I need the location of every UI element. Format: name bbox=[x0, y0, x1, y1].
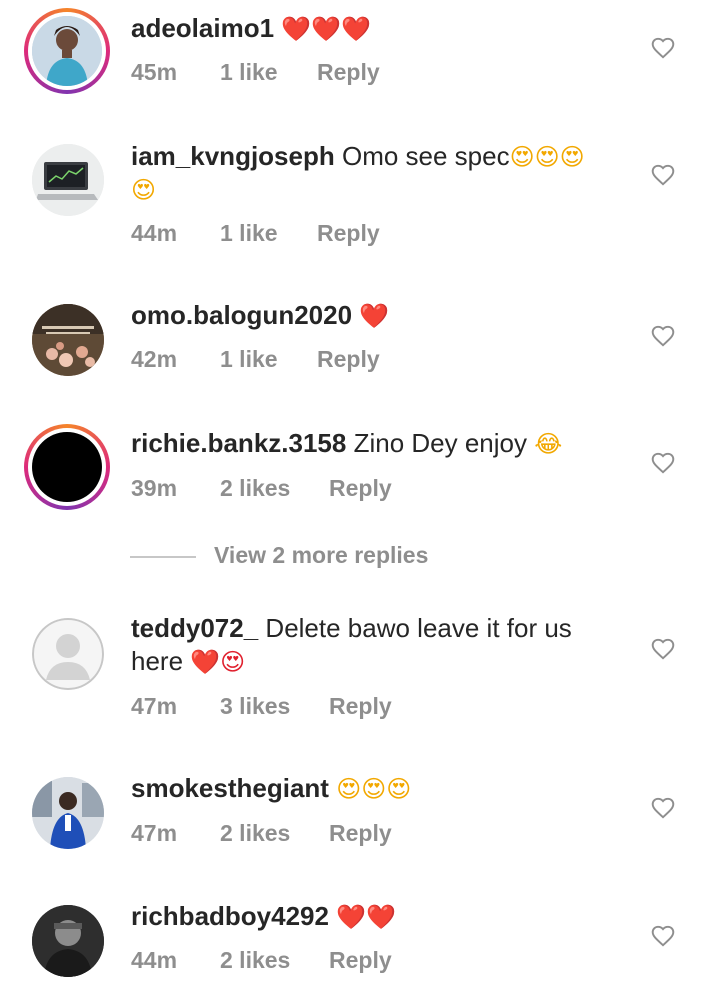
username[interactable]: omo.balogun2020 bbox=[131, 300, 352, 330]
avatar-photo bbox=[32, 777, 104, 849]
heart-outline-icon[interactable] bbox=[650, 450, 676, 476]
comment-body: Zino Dey enjoy bbox=[353, 428, 527, 458]
avatar[interactable] bbox=[24, 296, 110, 382]
view-more-replies-label: View 2 more replies bbox=[214, 542, 429, 568]
heart-outline-icon[interactable] bbox=[650, 35, 676, 61]
comment-body: Delete bawo leave it for us bbox=[265, 613, 572, 643]
comment-text: iam_kvngjoseph Omo see spec😍😍😍 bbox=[131, 140, 651, 174]
avatar-photo bbox=[32, 144, 104, 216]
heart-outline-icon[interactable] bbox=[650, 923, 676, 949]
username[interactable]: teddy072_ bbox=[131, 613, 258, 643]
reply-button[interactable]: Reply bbox=[329, 693, 392, 720]
reply-button[interactable]: Reply bbox=[329, 947, 392, 974]
emoji: 😍😍😍 bbox=[336, 775, 412, 803]
avatar-photo bbox=[32, 304, 104, 376]
comment-body: Omo see spec bbox=[341, 141, 510, 171]
timestamp: 39m bbox=[131, 475, 178, 501]
username[interactable]: richbadboy4292 bbox=[131, 901, 329, 931]
comment-text: teddy072_ Delete bawo leave it for us bbox=[131, 612, 651, 645]
avatar-photo bbox=[32, 905, 104, 977]
reply-button[interactable]: Reply bbox=[329, 820, 392, 847]
heart-outline-icon[interactable] bbox=[650, 323, 676, 349]
heart-outline-icon[interactable] bbox=[650, 636, 676, 662]
comment-text: smokesthegiant 😍😍😍 bbox=[131, 772, 651, 806]
reply-button[interactable]: Reply bbox=[317, 346, 380, 373]
timestamp: 42m bbox=[131, 346, 178, 372]
username[interactable]: iam_kvngjoseph bbox=[131, 141, 335, 171]
avatar[interactable] bbox=[24, 8, 110, 94]
timestamp: 47m bbox=[131, 693, 178, 719]
comment-body: here bbox=[131, 646, 184, 676]
comment-text: richie.bankz.3158 Zino Dey enjoy 😂 bbox=[131, 427, 651, 461]
emoji: ❤️❤️❤️ bbox=[281, 15, 371, 43]
view-more-replies-button[interactable]: View 2 more replies bbox=[130, 540, 530, 574]
avatar[interactable] bbox=[24, 136, 110, 222]
emoji: ❤️❤️ bbox=[336, 903, 396, 931]
comment-text-continued: here ❤️😍 bbox=[131, 645, 651, 679]
comment-text: richbadboy4292 ❤️❤️ bbox=[131, 900, 651, 934]
emoji: ❤️ bbox=[359, 302, 390, 330]
timestamp: 47m bbox=[131, 820, 178, 846]
emoji: 😍 bbox=[131, 176, 157, 204]
avatar[interactable] bbox=[24, 424, 110, 510]
timestamp: 45m bbox=[131, 59, 178, 85]
heart-outline-icon[interactable] bbox=[650, 795, 676, 821]
likes-count[interactable]: 1 like bbox=[220, 346, 278, 373]
comment-text: omo.balogun2020 ❤️ bbox=[131, 299, 651, 333]
comment-text-continued: 😍 bbox=[131, 173, 651, 207]
reply-button[interactable]: Reply bbox=[317, 220, 380, 247]
likes-count[interactable]: 2 likes bbox=[220, 475, 290, 502]
avatar[interactable] bbox=[24, 769, 110, 855]
avatar[interactable] bbox=[24, 610, 110, 696]
reply-button[interactable]: Reply bbox=[317, 59, 380, 86]
avatar[interactable] bbox=[24, 897, 110, 983]
default-avatar-icon bbox=[32, 618, 104, 690]
emoji: ❤️😍 bbox=[190, 648, 246, 676]
username[interactable]: adeolaimo1 bbox=[131, 13, 274, 43]
username[interactable]: richie.bankz.3158 bbox=[131, 428, 346, 458]
likes-count[interactable]: 3 likes bbox=[220, 693, 290, 720]
likes-count[interactable]: 1 like bbox=[220, 59, 278, 86]
timestamp: 44m bbox=[131, 947, 178, 973]
heart-outline-icon[interactable] bbox=[650, 162, 676, 188]
comment-text: adeolaimo1 ❤️❤️❤️ bbox=[131, 12, 651, 46]
avatar-photo bbox=[32, 16, 102, 86]
emoji: 😂 bbox=[534, 430, 563, 458]
emoji: 😍😍😍 bbox=[509, 143, 585, 171]
likes-count[interactable]: 2 likes bbox=[220, 820, 290, 847]
likes-count[interactable]: 2 likes bbox=[220, 947, 290, 974]
timestamp: 44m bbox=[131, 220, 178, 246]
reply-button[interactable]: Reply bbox=[329, 475, 392, 502]
divider bbox=[130, 556, 196, 558]
likes-count[interactable]: 1 like bbox=[220, 220, 278, 247]
username[interactable]: smokesthegiant bbox=[131, 773, 329, 803]
